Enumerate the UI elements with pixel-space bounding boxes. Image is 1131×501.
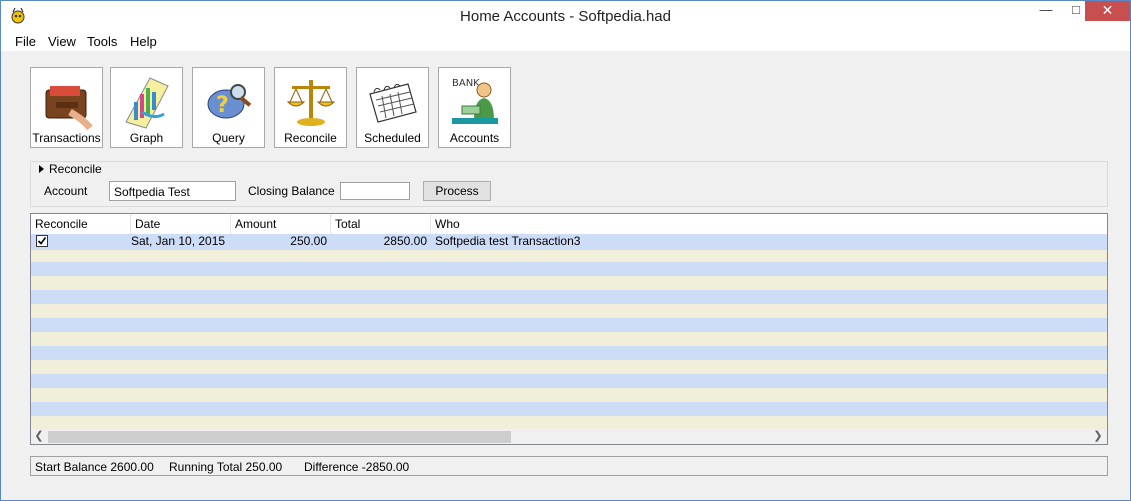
column-who[interactable]: Who [431, 214, 631, 234]
reconcile-label: Reconcile [284, 131, 337, 145]
scales-icon [286, 80, 336, 126]
column-amount[interactable]: Amount [231, 214, 331, 234]
close-button[interactable]: ✕ [1085, 1, 1130, 21]
account-label: Account [44, 184, 88, 198]
transactions-button[interactable]: Transactions [30, 67, 103, 148]
checkmark-icon [37, 237, 47, 245]
menu-help[interactable]: Help [130, 34, 157, 49]
empty-row [31, 346, 1107, 360]
menu-bar: File View Tools Help [1, 31, 1130, 51]
scheduled-button[interactable]: Scheduled [356, 67, 429, 148]
empty-row [31, 304, 1107, 318]
wallet-icon [45, 86, 93, 130]
empty-row [31, 416, 1107, 429]
scroll-left-icon[interactable]: ❮ [31, 429, 47, 444]
scroll-right-icon[interactable]: ❯ [1090, 429, 1106, 444]
running-total: Running Total 250.00 [169, 460, 283, 474]
start-balance: Start Balance 2600.00 [35, 460, 154, 474]
menu-view[interactable]: View [48, 34, 76, 49]
query-label: Query [212, 131, 245, 145]
cell-total: 2850.00 [383, 234, 427, 248]
empty-row [31, 262, 1107, 276]
status-bar: Start Balance 2600.00 Running Total 250.… [30, 456, 1108, 476]
reconcile-group-header[interactable]: Reconcile [39, 162, 102, 176]
empty-row [31, 250, 1107, 262]
reconcile-checkbox[interactable] [36, 235, 48, 247]
title-bar[interactable]: Home Accounts - Softpedia.had — □ ✕ [1, 1, 1130, 31]
calendar-icon [369, 83, 417, 123]
empty-row [31, 360, 1107, 374]
transactions-label: Transactions [32, 131, 101, 145]
empty-row [31, 290, 1107, 304]
process-button[interactable]: Process [423, 181, 491, 201]
empty-row [31, 388, 1107, 402]
magnifier-icon: ? [207, 84, 252, 119]
cell-who: Softpedia test Transaction3 [435, 234, 581, 248]
graph-button[interactable]: Graph [110, 67, 183, 148]
accounts-button[interactable]: BANK Accounts [438, 67, 511, 148]
svg-text:?: ? [216, 93, 229, 118]
cell-date: Sat, Jan 10, 2015 [131, 234, 226, 248]
menu-file[interactable]: File [15, 34, 36, 49]
query-button[interactable]: ? Query [192, 67, 265, 148]
empty-row [31, 402, 1107, 416]
empty-row [31, 318, 1107, 332]
cell-amount: 250.00 [290, 234, 327, 248]
minimize-button[interactable]: — [1031, 1, 1061, 21]
menu-tools[interactable]: Tools [87, 34, 117, 49]
svg-text:BANK: BANK [452, 78, 480, 89]
empty-row [31, 332, 1107, 346]
closing-balance-field[interactable] [340, 182, 410, 200]
expand-triangle-icon [39, 165, 44, 173]
graph-label: Graph [129, 131, 164, 145]
table-row[interactable]: Sat, Jan 10, 2015 250.00 2850.00 Softped… [31, 234, 1107, 250]
scrollbar-thumb[interactable] [48, 431, 511, 443]
difference: Difference -2850.00 [304, 460, 410, 474]
scheduled-label: Scheduled [364, 131, 421, 145]
reconcile-group-title: Reconcile [49, 162, 102, 176]
graph-icon [125, 77, 169, 129]
column-date[interactable]: Date [131, 214, 231, 234]
app-window: Home Accounts - Softpedia.had — □ ✕ File… [0, 0, 1131, 501]
empty-row [31, 374, 1107, 388]
window-title: Home Accounts - Softpedia.had [460, 8, 671, 25]
column-total[interactable]: Total [331, 214, 431, 234]
reconcile-button[interactable]: Reconcile [274, 67, 347, 148]
bank-teller-icon: BANK [452, 78, 498, 124]
accounts-label: Accounts [449, 131, 500, 145]
horizontal-scrollbar[interactable]: ❮ ❯ [31, 429, 1107, 444]
column-reconcile[interactable]: Reconcile [31, 214, 131, 234]
account-field[interactable]: Softpedia Test [109, 181, 236, 201]
grid-header: Reconcile Date Amount Total Who [31, 214, 1107, 234]
transactions-grid: Reconcile Date Amount Total Who Sat, Jan… [30, 213, 1108, 445]
empty-row [31, 276, 1107, 290]
closing-balance-label: Closing Balance [248, 184, 335, 198]
